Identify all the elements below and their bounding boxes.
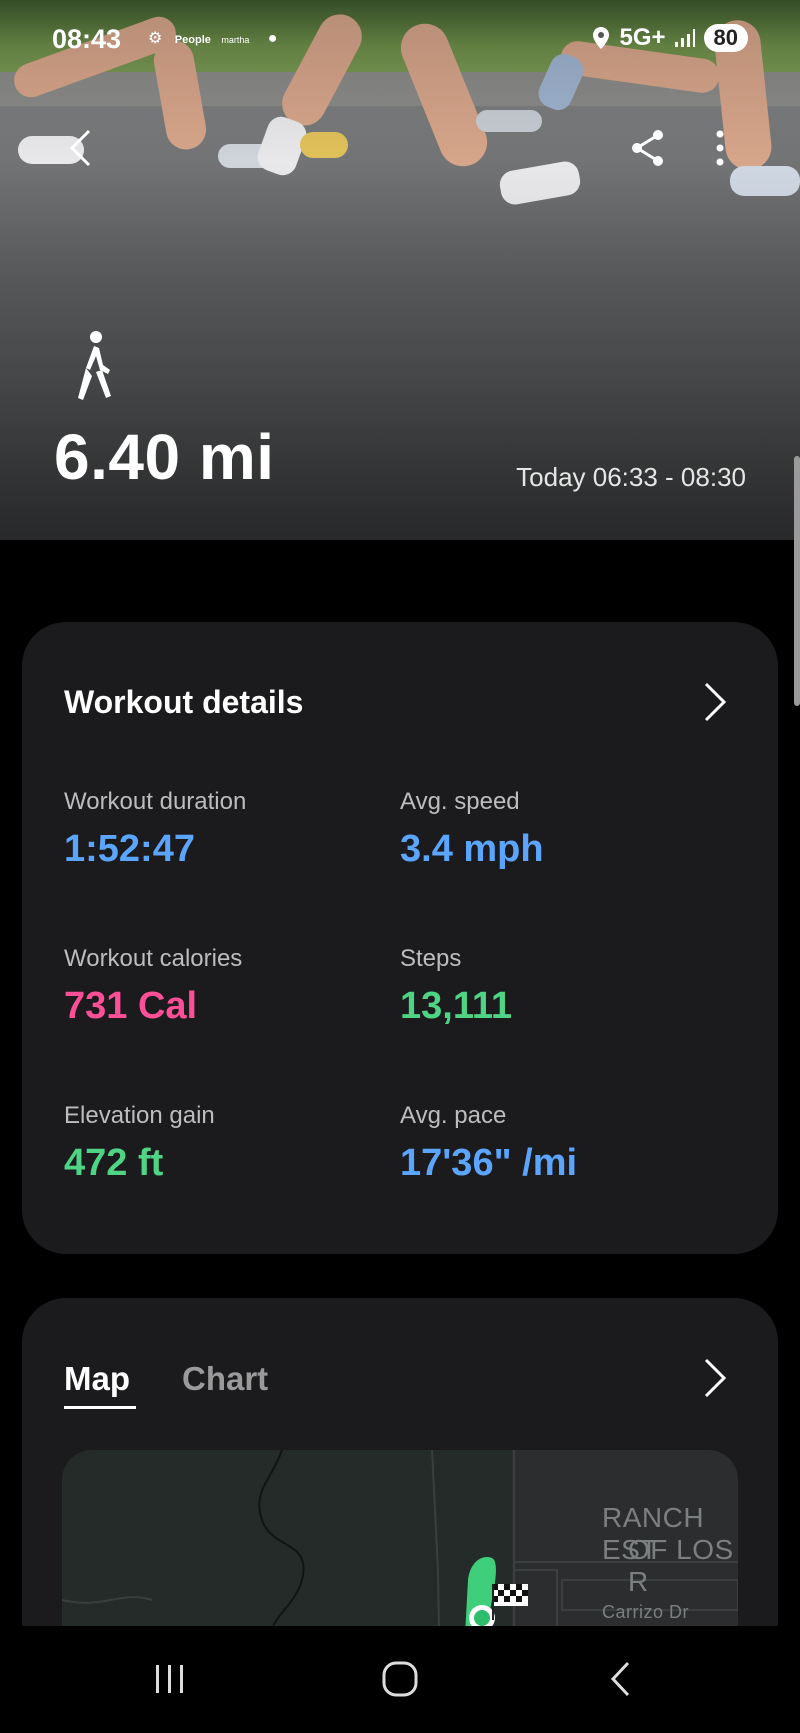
home-icon [382,1661,418,1697]
workout-time-range: Today 06:33 - 08:30 [516,462,746,492]
metric-label: Workout duration [64,788,247,815]
metric-elevation-gain: Elevation gain 472 ft [64,1102,215,1185]
signal-icon [674,29,695,47]
status-bar: 08:43 ⚙ People martha ● 5G+ 80 [0,0,800,80]
location-icon [593,27,610,49]
more-options-button[interactable] [700,126,740,170]
metric-avg-speed: Avg. speed 3.4 mph [400,788,544,871]
chevron-left-icon [69,129,91,167]
home-button[interactable] [370,1654,430,1704]
share-button[interactable] [626,126,670,170]
people-app-icon: People [174,34,211,46]
metric-avg-pace: Avg. pace 17'36" /mi [400,1102,577,1185]
recent-apps-icon [156,1665,183,1693]
navigation-bar [0,1626,800,1733]
tab-selected-indicator [64,1406,136,1409]
walking-icon [78,331,111,400]
network-label: 5G+ [619,24,666,51]
dot-icon: ● [267,30,278,47]
tab-chart[interactable]: Chart [182,1360,268,1398]
hero-banner: 08:43 ⚙ People martha ● 5G+ 80 6.40 mi T [0,0,800,540]
battery-indicator: 80 [703,24,748,52]
settings-icon: ⚙ [148,30,163,47]
tab-map[interactable]: Map [64,1360,130,1398]
scrollbar[interactable] [794,456,800,706]
chevron-right-icon[interactable] [702,682,728,722]
back-arrow-icon [610,1661,630,1697]
notification-icons: ⚙ People martha ● [148,28,277,48]
status-right: 5G+ 80 [591,24,748,52]
metric-value: 3.4 mph [400,828,544,870]
map-label: OF LOS R [628,1534,734,1597]
metric-value: 17'36" /mi [400,1142,578,1184]
metric-workout-duration: Workout duration 1:52:47 [64,788,246,871]
metric-workout-calories: Workout calories 731 Cal [64,945,242,1028]
metric-label: Workout calories [64,945,243,972]
metric-label: Avg. pace [400,1102,507,1129]
workout-details-title: Workout details [64,684,304,720]
nav-back-button[interactable] [590,1654,650,1704]
metric-value: 1:52:47 [64,828,195,870]
metric-value: 13,111 [400,985,513,1027]
workout-details-card[interactable]: Workout details Workout duration 1:52:47… [22,622,778,1254]
more-vertical-icon [716,130,724,166]
map-label: Carrizo Dr [602,1602,690,1622]
martha-stewart-app-icon: martha [221,35,250,45]
back-button[interactable] [60,128,100,168]
metric-label: Elevation gain [64,1102,215,1129]
recent-apps-button[interactable] [140,1654,200,1704]
metric-steps: Steps 13,111 [400,945,512,1028]
share-icon [632,130,663,166]
metric-label: Steps [400,945,462,972]
metric-value: 472 ft [64,1142,164,1184]
distance-value: 6.40 mi [54,421,275,493]
metric-label: Avg. speed [400,788,520,815]
status-time: 08:43 [52,24,122,54]
metric-value: 731 Cal [64,985,198,1027]
chevron-right-icon[interactable] [702,1358,728,1398]
